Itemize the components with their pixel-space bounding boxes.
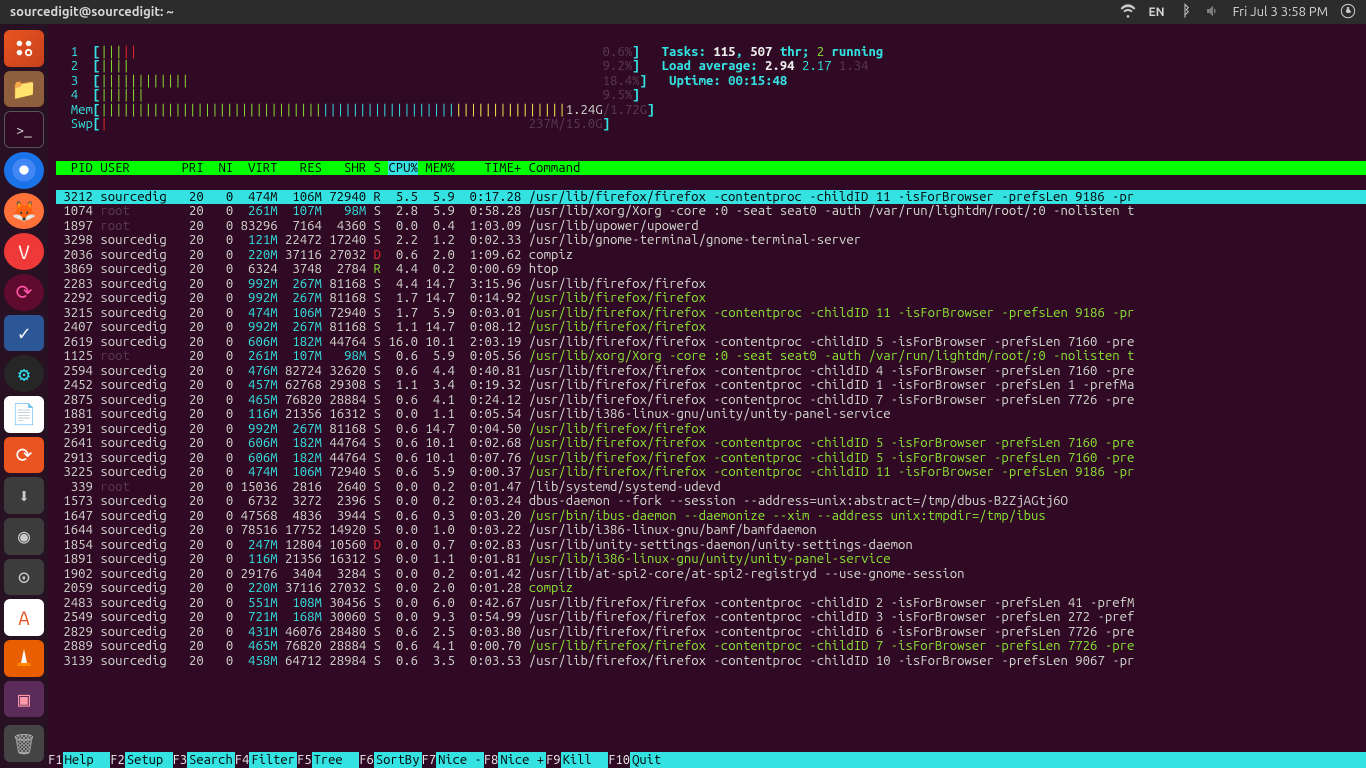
flabel-F7[interactable]: Nice - [436, 752, 484, 768]
fkey-F7[interactable]: F7 [422, 752, 437, 768]
process-header[interactable]: PID USER PRI NI VIRT RES SHR S CPU% MEM%… [56, 161, 1366, 176]
process-row-selected[interactable]: 3212 sourcedig 20 0 474M 106M 72940 R 5.… [56, 190, 1366, 205]
launcher-document[interactable]: 📄 [4, 396, 44, 433]
launcher-dash[interactable] [4, 30, 44, 67]
flabel-F9[interactable]: Kill [561, 752, 609, 768]
process-row[interactable]: 3139 sourcedig 20 0 458M 64712 28984 S 0… [56, 654, 1366, 669]
datetime[interactable]: Fri Jul 3 3:58 PM [1233, 5, 1328, 19]
launcher-vlc[interactable] [4, 640, 44, 677]
flabel-F1[interactable]: Help [63, 752, 111, 768]
process-row[interactable]: 3869 sourcedig 20 0 6324 3748 2784 R 4.4… [56, 262, 1366, 277]
process-row[interactable]: 2913 sourcedig 20 0 606M 182M 44764 S 0.… [56, 451, 1366, 466]
flabel-F2[interactable]: Setup [125, 752, 173, 768]
wifi-icon[interactable] [1120, 3, 1136, 22]
flabel-F4[interactable]: Filter [249, 752, 297, 768]
process-row[interactable]: 2889 sourcedig 20 0 465M 76820 28884 S 0… [56, 639, 1366, 654]
process-row[interactable]: 1644 sourcedig 20 0 78516 17752 14920 S … [56, 523, 1366, 538]
process-row[interactable]: 1897 root 20 0 83296 7164 4360 S 0.0 0.4… [56, 219, 1366, 234]
flabel-F6[interactable]: SortBy [374, 752, 422, 768]
process-row[interactable]: 2452 sourcedig 20 0 457M 62768 29308 S 1… [56, 378, 1366, 393]
process-row[interactable]: 1881 sourcedig 20 0 116M 21356 16312 S 0… [56, 407, 1366, 422]
process-row[interactable]: 2875 sourcedig 20 0 465M 76820 28884 S 0… [56, 393, 1366, 408]
process-row[interactable]: 2619 sourcedig 20 0 606M 182M 44764 S 16… [56, 335, 1366, 350]
fkey-F2[interactable]: F2 [110, 752, 125, 768]
launcher-podcasts[interactable]: ◉ [4, 518, 44, 555]
launcher-trash[interactable]: 🗑 [4, 725, 44, 762]
process-row[interactable]: 2283 sourcedig 20 0 992M 267M 81168 S 4.… [56, 277, 1366, 292]
launcher-screenshot[interactable]: ▣ [4, 681, 44, 718]
fkey-F8[interactable]: F8 [484, 752, 499, 768]
flabel-F8[interactable]: Nice + [498, 752, 546, 768]
launcher-downloads[interactable]: ⬇ [4, 477, 44, 514]
process-row[interactable]: 3298 sourcedig 20 0 121M 22472 17240 S 2… [56, 233, 1366, 248]
launcher-todoist[interactable]: ✓ [4, 315, 44, 352]
fkey-F3[interactable]: F3 [173, 752, 188, 768]
process-row[interactable]: 2036 sourcedig 20 0 220M 37116 27032 D 0… [56, 248, 1366, 263]
process-row[interactable]: 2829 sourcedig 20 0 431M 46076 28480 S 0… [56, 625, 1366, 640]
fkey-F10[interactable]: F10 [608, 752, 630, 768]
terminal-htop[interactable]: 1 [||||| 0.6%] Tasks: 115, 507 thr; 2 ru… [48, 24, 1366, 768]
top-panel: sourcedigit@sourcedigit: ~ EN Fri Jul 3 … [0, 0, 1366, 24]
process-row[interactable]: 1891 sourcedig 20 0 116M 21356 16312 S 0… [56, 552, 1366, 567]
htop-footer: F1Help F2Setup F3SearchF4FilterF5Tree F6… [48, 752, 1366, 768]
launcher-software-updater[interactable]: ⟳ [4, 437, 44, 474]
process-row[interactable]: 1074 root 20 0 261M 107M 98M S 2.8 5.9 0… [56, 204, 1366, 219]
flabel-F5[interactable]: Tree [312, 752, 360, 768]
process-row[interactable]: 2549 sourcedig 20 0 721M 168M 30060 S 0.… [56, 610, 1366, 625]
process-row[interactable]: 2407 sourcedig 20 0 992M 267M 81168 S 1.… [56, 320, 1366, 335]
process-row[interactable]: 1902 sourcedig 20 0 29176 3404 3284 S 0.… [56, 567, 1366, 582]
fkey-F4[interactable]: F4 [235, 752, 250, 768]
process-row[interactable]: 3215 sourcedig 20 0 474M 106M 72940 S 1.… [56, 306, 1366, 321]
fkey-F1[interactable]: F1 [48, 752, 63, 768]
process-row[interactable]: 2641 sourcedig 20 0 606M 182M 44764 S 0.… [56, 436, 1366, 451]
flabel-F3[interactable]: Search [187, 752, 235, 768]
launcher-files[interactable]: 📁 [4, 71, 44, 108]
flabel-F10[interactable]: Quit [630, 752, 678, 768]
volume-icon[interactable] [1205, 3, 1221, 22]
launcher-sync[interactable]: ⟳ [4, 274, 44, 311]
launcher-terminal[interactable]: >_ [4, 111, 44, 148]
process-row[interactable]: 2059 sourcedig 20 0 220M 37116 27032 S 0… [56, 581, 1366, 596]
process-row[interactable]: 1854 sourcedig 20 0 247M 12804 10560 D 0… [56, 538, 1366, 553]
launcher-software-center[interactable]: A [4, 599, 44, 636]
process-row[interactable]: 2292 sourcedig 20 0 992M 267M 81168 S 1.… [56, 291, 1366, 306]
process-row[interactable]: 2594 sourcedig 20 0 476M 82724 32620 S 0… [56, 364, 1366, 379]
launcher-disks[interactable]: ⊙ [4, 559, 44, 596]
process-row[interactable]: 339 root 20 0 15036 2816 2640 S 0.0 0.2 … [56, 480, 1366, 495]
bluetooth-icon[interactable] [1177, 3, 1193, 22]
launcher-firefox[interactable]: 🦊 [4, 193, 44, 230]
fkey-F6[interactable]: F6 [359, 752, 374, 768]
process-row[interactable]: 2391 sourcedig 20 0 992M 267M 81168 S 0.… [56, 422, 1366, 437]
launcher-chromium[interactable] [4, 152, 44, 189]
process-row[interactable]: 3225 sourcedig 20 0 474M 106M 72940 S 0.… [56, 465, 1366, 480]
process-row[interactable]: 1573 sourcedig 20 0 6732 3272 2396 S 0.0… [56, 494, 1366, 509]
launcher-vivaldi[interactable]: V [4, 233, 44, 270]
process-row[interactable]: 1125 root 20 0 261M 107M 98M S 0.6 5.9 0… [56, 349, 1366, 364]
unity-launcher: 📁 >_ 🦊 V ⟳ ✓ ⚙ 📄 ⟳ ⬇ ◉ ⊙ A ▣ 🗑 [0, 24, 48, 768]
fkey-F5[interactable]: F5 [297, 752, 312, 768]
language-indicator[interactable]: EN [1148, 6, 1164, 19]
process-row[interactable]: 1647 sourcedig 20 0 47568 4836 3944 S 0.… [56, 509, 1366, 524]
launcher-settings[interactable]: ⚙ [4, 355, 44, 392]
window-title: sourcedigit@sourcedigit: ~ [10, 5, 1120, 19]
fkey-F9[interactable]: F9 [546, 752, 561, 768]
session-icon[interactable] [1340, 3, 1356, 22]
process-row[interactable]: 2483 sourcedig 20 0 551M 108M 30456 S 0.… [56, 596, 1366, 611]
